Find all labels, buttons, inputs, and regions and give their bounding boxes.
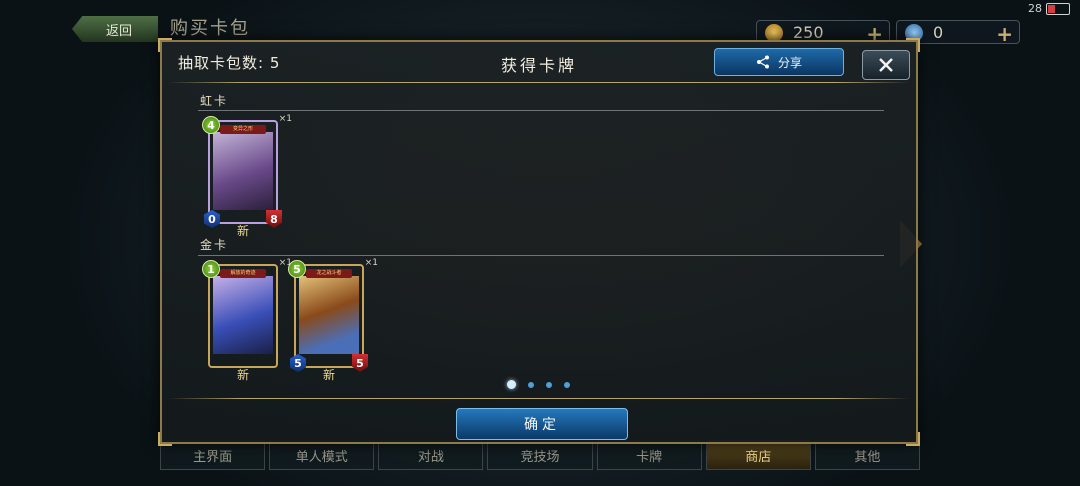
- frame-corner: [158, 432, 172, 446]
- battery-level: 28: [1028, 2, 1042, 15]
- confirm-button[interactable]: 确定: [456, 408, 628, 440]
- share-label: 分享: [777, 55, 802, 70]
- card-frame: 解放的奇迹: [208, 264, 278, 368]
- nav-other[interactable]: 其他: [814, 440, 920, 470]
- section-divider: [198, 255, 884, 256]
- card-cost: 4: [202, 116, 220, 134]
- nav-arena[interactable]: 竞技场: [487, 440, 593, 470]
- card-frame: 变异之形: [208, 120, 278, 224]
- obtained-cards-dialog: 抽取卡包数: 5 获得卡牌 分享 虹卡 变异之形 4 0 8 ×1 新 金卡 解…: [158, 38, 920, 446]
- frame-corner: [906, 432, 920, 446]
- back-button[interactable]: 返回: [72, 16, 158, 42]
- page-indicator: [507, 380, 570, 389]
- page-dot[interactable]: [546, 381, 552, 388]
- card-rainbow-1[interactable]: 变异之形 4 0 8 ×1: [202, 114, 292, 228]
- crystal-amount: 0: [933, 22, 944, 42]
- status-bar: 28: [1028, 2, 1070, 15]
- card-quantity: ×1: [364, 258, 378, 268]
- dialog-header: 抽取卡包数: 5 获得卡牌 分享: [162, 42, 916, 82]
- background-title: 购买卡包: [170, 18, 250, 39]
- card-art: [213, 276, 273, 354]
- card-art: [213, 132, 273, 210]
- close-button[interactable]: [862, 50, 910, 80]
- section-label-rainbow: 虹卡: [200, 94, 229, 108]
- card-name: 龙之战斗者: [306, 269, 352, 278]
- card-quantity: ×1: [278, 114, 292, 124]
- page-dot[interactable]: [564, 381, 570, 388]
- card-cost: 5: [288, 260, 306, 278]
- card-gold-2[interactable]: 龙之战斗者 5 5 5 ×1: [288, 258, 378, 372]
- nav-home[interactable]: 主界面: [160, 440, 266, 470]
- battery-icon: [1046, 2, 1070, 15]
- card-frame: 龙之战斗者: [294, 264, 364, 368]
- share-button[interactable]: 分享: [714, 48, 844, 76]
- nav-shop[interactable]: 商店: [705, 440, 811, 470]
- card-cost: 1: [202, 260, 220, 278]
- add-crystal-button[interactable]: +: [996, 22, 1013, 46]
- new-badge: 新: [236, 368, 249, 382]
- card-name: 解放的奇迹: [220, 269, 266, 278]
- nav-cards[interactable]: 卡牌: [596, 440, 702, 470]
- card-gold-1[interactable]: 解放的奇迹 1 ×1: [202, 258, 292, 368]
- bottom-nav: 主界面 单人模式 对战 竞技场 卡牌 商店 其他: [160, 440, 920, 470]
- footer-divider: [168, 398, 910, 399]
- section-divider: [198, 110, 884, 111]
- page-dot[interactable]: [528, 381, 534, 388]
- gold-amount: 250: [793, 22, 824, 42]
- new-badge: 新: [322, 368, 335, 382]
- close-icon: [879, 58, 893, 72]
- header-divider: [168, 82, 910, 83]
- share-icon: [756, 55, 769, 69]
- page-dot[interactable]: [507, 380, 516, 389]
- section-label-gold: 金卡: [200, 238, 229, 252]
- card-art: [299, 276, 359, 354]
- nav-battle[interactable]: 对战: [378, 440, 484, 470]
- card-name: 变异之形: [220, 125, 266, 134]
- nav-single-player[interactable]: 单人模式: [269, 440, 375, 470]
